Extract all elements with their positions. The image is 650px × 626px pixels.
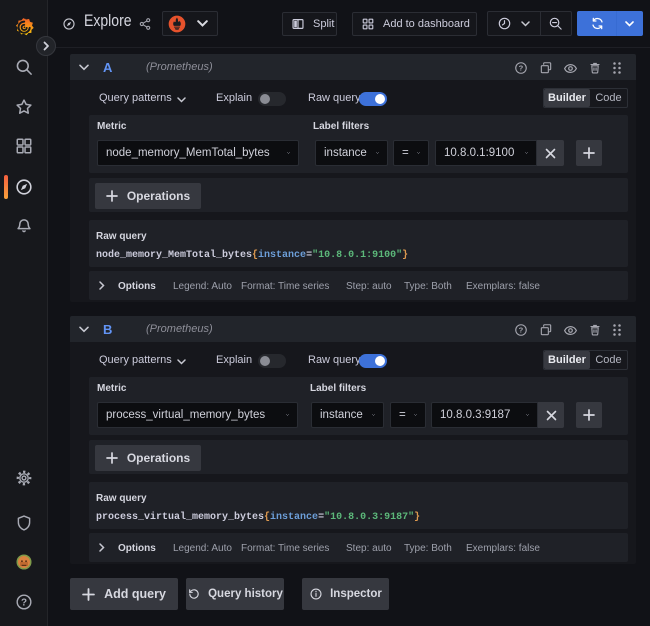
svg-text:?: ? xyxy=(20,597,26,608)
svg-text:?: ? xyxy=(519,63,524,72)
svg-text:?: ? xyxy=(519,325,524,334)
